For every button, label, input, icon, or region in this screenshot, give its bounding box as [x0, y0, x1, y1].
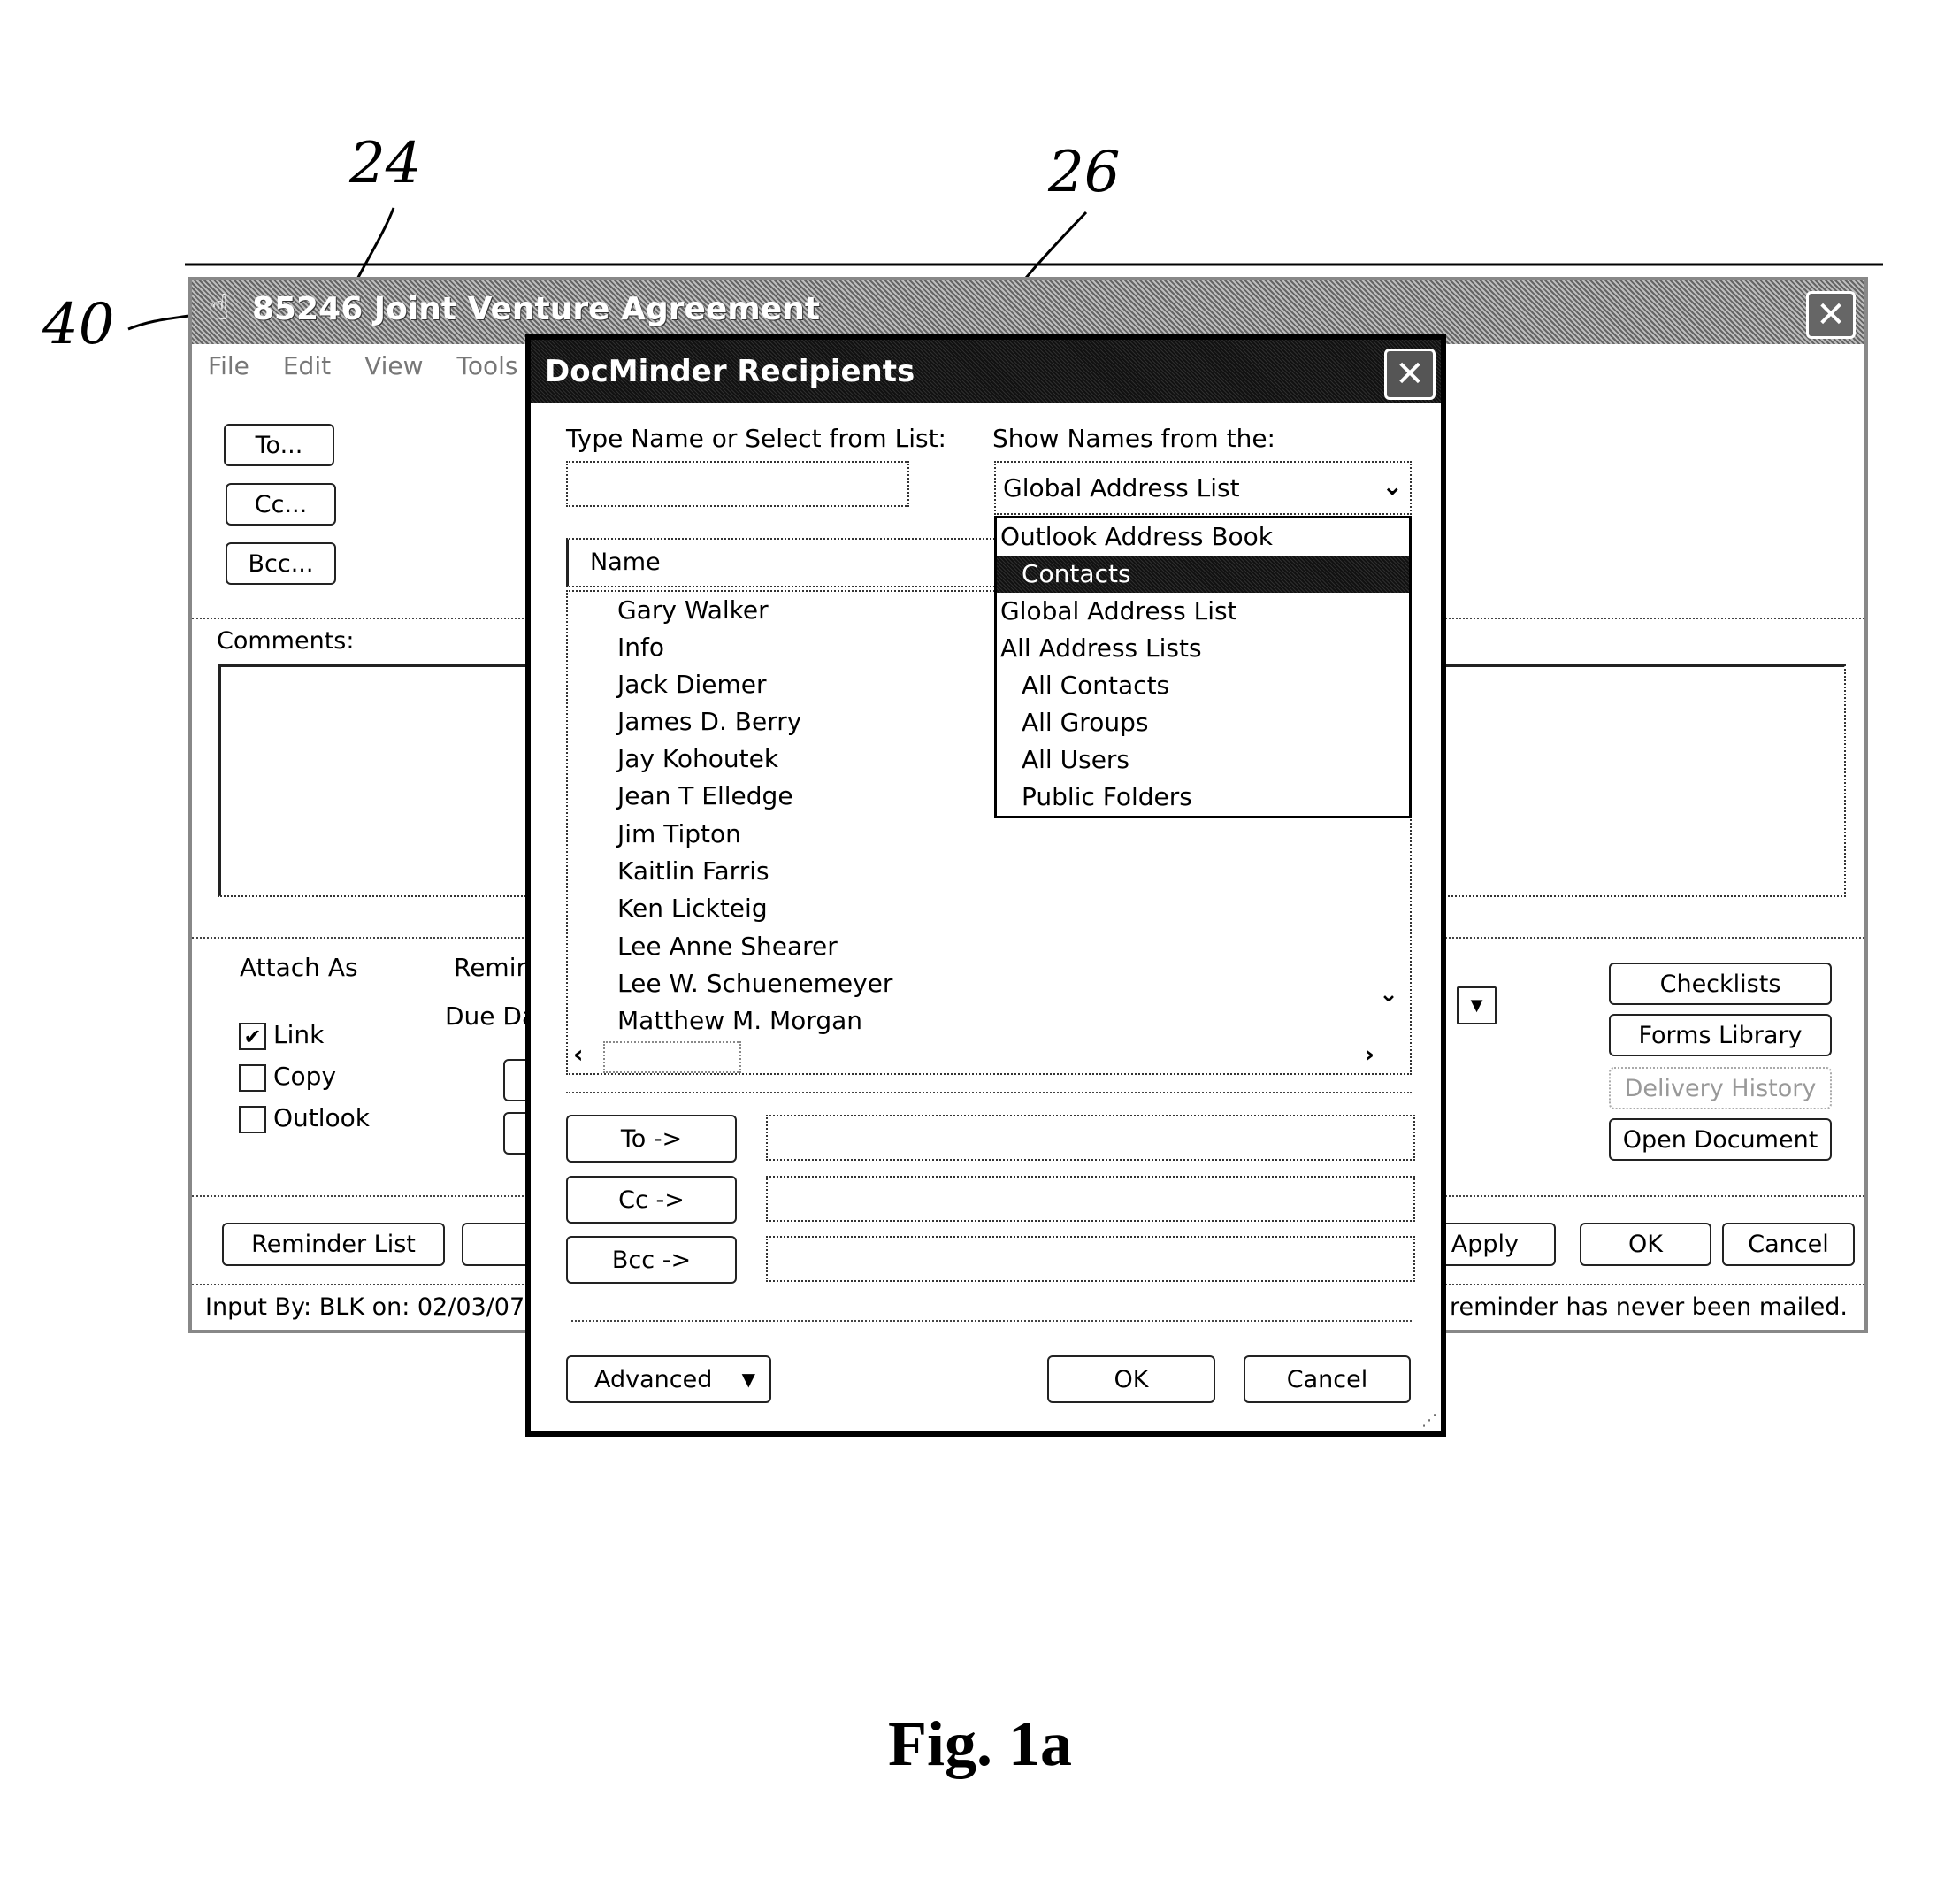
close-icon: ✕ — [1395, 354, 1425, 395]
comments-label: Comments: — [217, 627, 355, 655]
add-cc-button[interactable]: Cc -> — [566, 1176, 737, 1224]
dropdown-option-all-users[interactable]: All Users — [997, 741, 1409, 779]
list-item[interactable]: Ken Lickteig — [617, 894, 768, 923]
forms-library-button[interactable]: Forms Library — [1609, 1014, 1832, 1056]
dropdown-option-contacts[interactable]: Contacts — [997, 556, 1409, 593]
main-window-title: 85246 Joint Venture Agreement — [252, 291, 821, 327]
dropdown-arrow-icon: ▼ — [1470, 996, 1483, 1015]
attach-copy-label: Copy — [273, 1062, 337, 1091]
attach-as-label: Attach As — [240, 953, 358, 982]
list-item[interactable]: Matthew M. Morgan — [617, 1006, 862, 1035]
menu-tools[interactable]: Tools — [457, 351, 518, 380]
show-names-combobox[interactable]: Global Address List ⌄ — [994, 461, 1412, 515]
main-bcc-button[interactable]: Bcc... — [226, 542, 336, 585]
horizontal-scrollbar[interactable]: ‹ › — [568, 1040, 1410, 1073]
resize-grip-icon[interactable]: ⋰ — [1421, 1411, 1437, 1430]
dialog-cancel-button[interactable]: Cancel — [1244, 1355, 1411, 1403]
list-item[interactable]: Jack Diemer — [617, 670, 767, 699]
scroll-left-button[interactable]: ‹ — [573, 1040, 584, 1069]
dropdown-option-outlook-address-book[interactable]: Outlook Address Book — [997, 518, 1409, 556]
list-item[interactable]: Gary Walker — [617, 595, 769, 625]
dropdown-option-all-address-lists[interactable]: All Address Lists — [997, 630, 1409, 667]
add-bcc-button[interactable]: Bcc -> — [566, 1236, 737, 1284]
divider — [571, 1320, 1412, 1322]
dropdown-arrow-icon: ▼ — [741, 1369, 755, 1390]
type-name-label: Type Name or Select from List: — [566, 424, 946, 453]
status-mail-info: reminder has never been mailed. — [1450, 1293, 1849, 1321]
scroll-down-button[interactable]: ⌄ — [1373, 981, 1405, 1013]
dialog-title-bar[interactable]: DocMinder Recipients ✕ — [531, 340, 1441, 403]
dropdown-option-global-address-list[interactable]: Global Address List — [997, 593, 1409, 630]
show-names-selected: Global Address List — [1003, 473, 1240, 503]
list-item[interactable]: Jay Kohoutek — [617, 744, 778, 773]
checkmark-icon: ✔ — [243, 1024, 262, 1049]
dialog-close-button[interactable]: ✕ — [1384, 349, 1436, 400]
close-icon: ✕ — [1816, 295, 1846, 335]
cc-recipients-field[interactable] — [766, 1176, 1415, 1222]
bcc-recipients-field[interactable] — [766, 1236, 1415, 1282]
list-item[interactable]: Lee W. Schuenemeyer — [617, 969, 892, 998]
scroll-right-button[interactable]: › — [1364, 1040, 1374, 1069]
dropdown-option-all-groups[interactable]: All Groups — [997, 704, 1409, 741]
divider — [566, 1092, 1412, 1093]
list-item[interactable]: James D. Berry — [617, 707, 801, 736]
list-item[interactable]: Info — [617, 633, 664, 662]
open-document-button[interactable]: Open Document — [1609, 1118, 1832, 1161]
menu-edit[interactable]: Edit — [283, 351, 331, 380]
list-item[interactable]: Jean T Elledge — [617, 781, 793, 810]
attach-link-label: Link — [273, 1020, 325, 1049]
delivery-history-button[interactable]: Delivery History — [1609, 1067, 1832, 1109]
dialog-ok-button[interactable]: OK — [1047, 1355, 1215, 1403]
figure-caption: Fig. 1a — [888, 1708, 1072, 1779]
menu-view[interactable]: View — [364, 351, 423, 380]
show-names-label: Show Names from the: — [992, 424, 1275, 453]
menu-file[interactable]: File — [208, 351, 249, 380]
attach-outlook-label: Outlook — [273, 1103, 371, 1132]
show-names-dropdown-list: Outlook Address Book Contacts Global Add… — [994, 516, 1412, 818]
reminder-dropdown-button[interactable]: ▼ — [1457, 986, 1497, 1024]
reminder-list-button[interactable]: Reminder List — [222, 1223, 445, 1266]
apply-button[interactable]: Apply — [1430, 1223, 1556, 1266]
app-hand-icon: ☝ — [208, 288, 230, 328]
dropdown-option-public-folders[interactable]: Public Folders — [997, 779, 1409, 816]
type-name-input[interactable] — [566, 461, 909, 507]
main-close-button[interactable]: ✕ — [1806, 291, 1856, 339]
list-item[interactable]: Kaitlin Farris — [617, 856, 769, 886]
attach-outlook-checkbox[interactable] — [239, 1106, 266, 1133]
main-cc-button[interactable]: Cc... — [226, 483, 336, 526]
advanced-label: Advanced — [594, 1365, 713, 1393]
attach-link-checkbox[interactable]: ✔ — [239, 1023, 266, 1050]
checklists-button[interactable]: Checklists — [1609, 963, 1832, 1005]
name-column-header: Name — [590, 549, 661, 576]
horizontal-scrollbar-thumb[interactable] — [603, 1041, 741, 1073]
attach-copy-checkbox[interactable] — [239, 1064, 266, 1092]
recipients-dialog: DocMinder Recipients ✕ Type Name or Sele… — [525, 334, 1446, 1437]
to-recipients-field[interactable] — [766, 1115, 1415, 1161]
main-cancel-button[interactable]: Cancel — [1722, 1223, 1855, 1266]
due-date-label: Due Da — [445, 1001, 538, 1031]
list-item[interactable]: Lee Anne Shearer — [617, 932, 838, 961]
list-item[interactable]: Jim Tipton — [617, 819, 741, 848]
status-input-by: Input By: BLK on: 02/03/07 — [205, 1293, 525, 1321]
main-ok-button[interactable]: OK — [1580, 1223, 1711, 1266]
chevron-down-icon: ⌄ — [1382, 472, 1403, 501]
dialog-title: DocMinder Recipients — [545, 354, 915, 389]
dropdown-option-all-contacts[interactable]: All Contacts — [997, 667, 1409, 704]
main-to-button[interactable]: To... — [224, 424, 334, 466]
add-to-button[interactable]: To -> — [566, 1115, 737, 1163]
advanced-button[interactable]: Advanced ▼ — [566, 1355, 771, 1403]
